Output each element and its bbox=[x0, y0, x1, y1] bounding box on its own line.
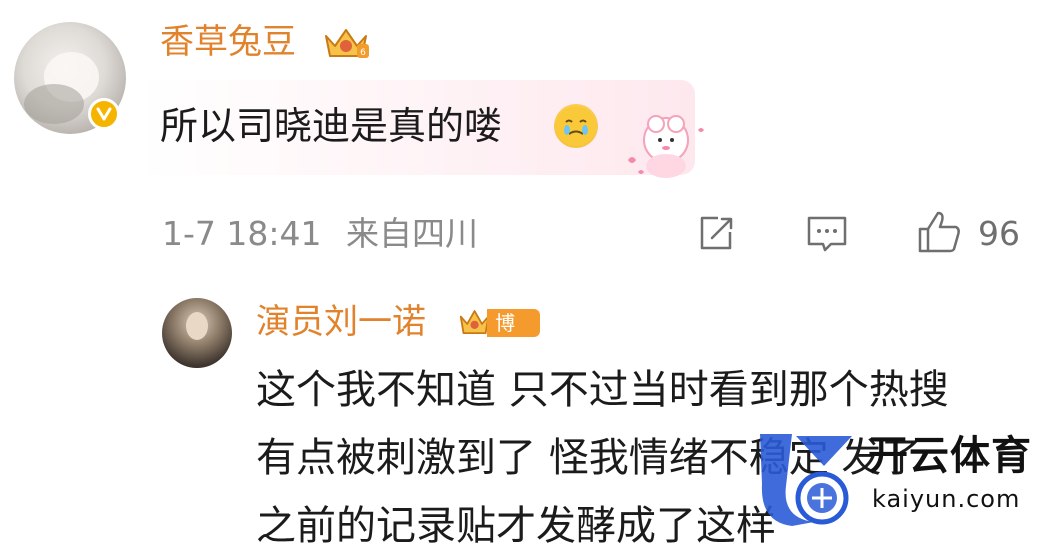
reply-text-line-1: 这个我不知道 只不过当时看到那个热搜 bbox=[256, 367, 949, 413]
comment-meta: 1-7 18:41 来自四川 bbox=[162, 214, 478, 254]
share-icon[interactable] bbox=[694, 212, 738, 256]
host-badge: 博主 bbox=[458, 306, 540, 363]
replier-username[interactable]: 演员刘一诺 bbox=[256, 302, 426, 342]
thumbs-up-icon[interactable] bbox=[914, 208, 964, 256]
host-badge-label: 博主 bbox=[487, 309, 540, 363]
sheep-sticker bbox=[620, 110, 710, 182]
crown-badge-icon: 6 bbox=[320, 24, 372, 64]
comment-icon[interactable] bbox=[804, 212, 850, 256]
crying-face-emoji bbox=[554, 104, 598, 148]
comment-timestamp: 1-7 18:41 bbox=[162, 214, 322, 253]
replier-avatar[interactable] bbox=[162, 298, 232, 368]
watermark-logo bbox=[752, 426, 862, 530]
commenter-username[interactable]: 香草兔豆 bbox=[160, 22, 296, 62]
comment-location: 来自四川 bbox=[346, 214, 478, 253]
comment-text: 所以司晓迪是真的喽 bbox=[160, 104, 503, 148]
watermark-url: kaiyun.com bbox=[872, 485, 1021, 513]
reply-text-line-3: 之前的记录贴才发酵成了这样 bbox=[256, 503, 776, 549]
svg-text:6: 6 bbox=[360, 48, 366, 58]
watermark-title: 开云体育 bbox=[868, 433, 1032, 479]
like-count: 96 bbox=[978, 214, 1020, 253]
verified-v-icon bbox=[88, 98, 120, 130]
